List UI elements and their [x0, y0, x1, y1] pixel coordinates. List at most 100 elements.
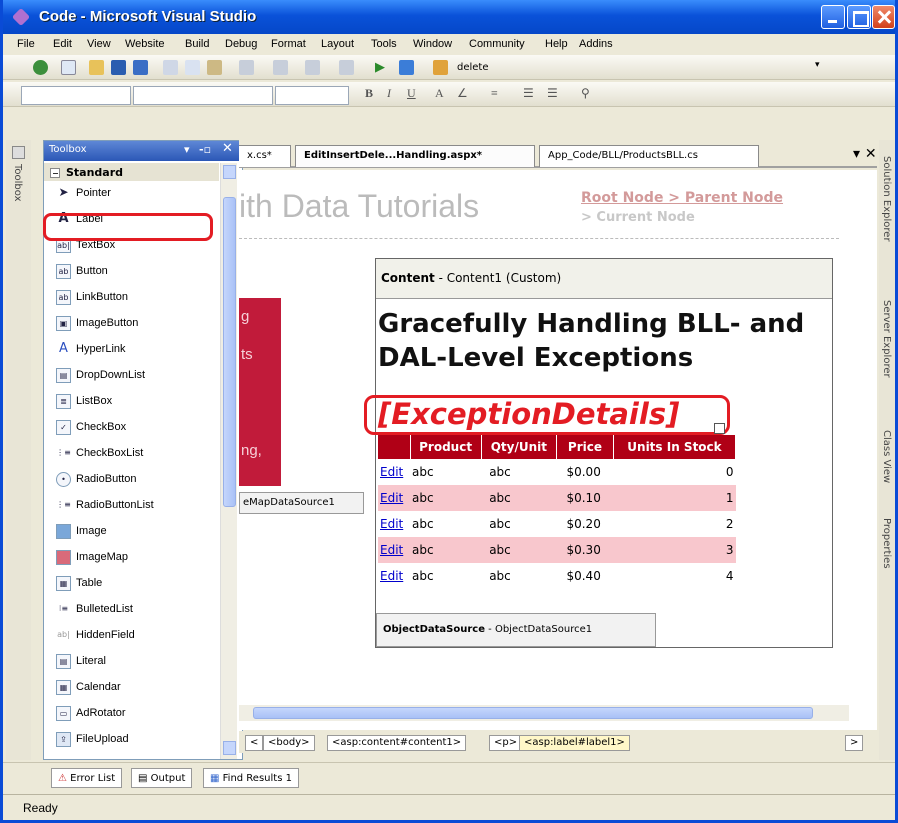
toolbox-item-imagebutton[interactable]: ▣ ImageButton: [56, 313, 221, 335]
collapse-icon[interactable]: [50, 168, 60, 178]
pin-icon[interactable]: [12, 146, 25, 159]
underline-icon[interactable]: U: [407, 86, 416, 101]
menu-community[interactable]: Community: [469, 38, 525, 50]
italic-icon[interactable]: I: [387, 86, 391, 101]
tab-find-results[interactable]: ▦ Find Results 1: [203, 768, 299, 788]
copy-icon[interactable]: [185, 60, 200, 75]
menu-website[interactable]: Website: [125, 38, 165, 50]
edit-link[interactable]: Edit: [380, 491, 403, 505]
bold-icon[interactable]: B: [365, 86, 373, 101]
paste-icon[interactable]: [207, 60, 222, 75]
save-icon[interactable]: [111, 60, 126, 75]
editor-hscroll-thumb[interactable]: [253, 707, 813, 719]
server-explorer-tab[interactable]: Server Explorer: [881, 300, 892, 378]
solution-explorer-tab[interactable]: Solution Explorer: [881, 156, 892, 242]
toolbox-item-dropdownlist[interactable]: ▤ DropDownList: [56, 365, 221, 387]
sitemap-datasource-label[interactable]: eMapDataSource1: [239, 492, 364, 514]
title-bar[interactable]: Code - Microsoft Visual Studio: [3, 0, 895, 34]
toolbox-item-bulletedlist[interactable]: ⁝≡ BulletedList: [56, 599, 221, 621]
tag-p[interactable]: <p>: [489, 735, 523, 751]
edit-link[interactable]: Edit: [380, 465, 403, 479]
numbered-list-icon[interactable]: ☰: [523, 86, 534, 101]
redo-icon[interactable]: [273, 60, 288, 75]
tab-output[interactable]: ▤ Output: [131, 768, 193, 788]
editor-hscrollbar[interactable]: [239, 705, 849, 721]
edit-link[interactable]: Edit: [380, 543, 403, 557]
toolbox-item-checkbox[interactable]: ✓ CheckBox: [56, 417, 221, 439]
undo-icon[interactable]: [239, 60, 254, 75]
tab-error-list[interactable]: ⚠ Error List: [51, 768, 123, 788]
menu-addins[interactable]: Addins: [579, 38, 613, 50]
toolbox-item-literal[interactable]: ▤ Literal: [56, 651, 221, 673]
toolbox-item-listbox[interactable]: ≣ ListBox: [56, 391, 221, 413]
maximize-button[interactable]: [847, 5, 871, 29]
toolbox-header[interactable]: Toolbox ▾ -▫ ✕: [44, 141, 242, 161]
start-debugging-icon[interactable]: ▶: [375, 60, 390, 75]
toolbox-item-table[interactable]: ▦ Table: [56, 573, 221, 595]
smart-tag-icon[interactable]: [714, 423, 725, 434]
tag-label[interactable]: <asp:label#label1>: [519, 735, 630, 751]
menu-tools[interactable]: Tools: [371, 38, 397, 50]
cut-icon[interactable]: [163, 60, 178, 75]
toolbox-group-standard[interactable]: Standard: [44, 163, 219, 181]
dropdown-icon[interactable]: ▾: [184, 143, 190, 156]
toolbox-item-linkbutton[interactable]: ab LinkButton: [56, 287, 221, 309]
menu-build[interactable]: Build: [185, 38, 209, 50]
navigate-forward-icon[interactable]: [339, 60, 354, 75]
font-size-combo[interactable]: [275, 86, 349, 105]
toolbox-item-hyperlink[interactable]: A HyperLink: [56, 339, 221, 361]
products-gridview[interactable]: Product Qty/Unit Price Units In Stock Ed…: [378, 435, 737, 589]
toolbox-scrollbar[interactable]: [220, 163, 237, 759]
toolbox-item-image[interactable]: Image: [56, 521, 221, 543]
justify-icon[interactable]: ≡: [491, 86, 498, 101]
menu-format[interactable]: Format: [271, 38, 306, 50]
block-format-combo[interactable]: [21, 86, 131, 105]
menu-file[interactable]: File: [17, 38, 35, 50]
minimize-button[interactable]: [821, 5, 845, 29]
menu-layout[interactable]: Layout: [321, 38, 354, 50]
tag-nav-right-icon[interactable]: >: [845, 735, 864, 751]
menu-edit[interactable]: Edit: [53, 38, 72, 50]
solution-config-icon[interactable]: [433, 60, 448, 75]
tag-content[interactable]: <asp:content#content1>: [327, 735, 467, 751]
objectdatasource-control[interactable]: ObjectDataSource - ObjectDataSource1: [376, 613, 656, 647]
menu-help[interactable]: Help: [545, 38, 568, 50]
save-all-icon[interactable]: [133, 60, 148, 75]
auto-hide-pin-icon[interactable]: -▫: [199, 143, 211, 156]
properties-tab[interactable]: Properties: [881, 518, 892, 569]
toolbox-dock-tab[interactable]: Toolbox: [12, 164, 23, 202]
design-surface[interactable]: ith Data Tutorials Root Node > Parent No…: [239, 170, 877, 730]
toolbox-item-adrotator[interactable]: ▭ AdRotator: [56, 703, 221, 725]
toolbox-item-checkboxlist[interactable]: ⋮≡ CheckBoxList: [56, 443, 221, 465]
menu-window[interactable]: Window: [413, 38, 452, 50]
tab-edit-insert-delete[interactable]: EditInsertDele...Handling.aspx*: [295, 145, 535, 167]
toolbox-item-imagemap[interactable]: ImageMap: [56, 547, 221, 569]
menu-view[interactable]: View: [87, 38, 111, 50]
add-item-icon[interactable]: [61, 60, 76, 75]
scroll-up-icon[interactable]: [223, 165, 236, 179]
breadcrumb-links[interactable]: Root Node > Parent Node: [581, 190, 783, 206]
toolbar-overflow-icon[interactable]: ▾: [815, 60, 830, 75]
toolbox-item-fileupload[interactable]: ⇪ FileUpload: [56, 729, 221, 751]
navigate-back-icon[interactable]: [305, 60, 320, 75]
tag-nav-left-icon[interactable]: <: [245, 735, 264, 751]
tab-productsbll[interactable]: App_Code/BLL/ProductsBLL.cs: [539, 145, 759, 167]
open-folder-icon[interactable]: [89, 60, 104, 75]
background-color-icon[interactable]: ∠: [457, 86, 468, 101]
close-window-button[interactable]: [872, 5, 895, 29]
close-document-icon[interactable]: ▾ ✕: [853, 146, 877, 162]
edit-link[interactable]: Edit: [380, 517, 403, 531]
menu-debug[interactable]: Debug: [225, 38, 257, 50]
toolbox-item-radiobutton[interactable]: • RadioButton: [56, 469, 221, 491]
class-view-tab[interactable]: Class View: [881, 430, 892, 483]
foreground-color-icon[interactable]: A: [435, 86, 444, 101]
toolbox-item-pointer[interactable]: ➤ Pointer: [56, 183, 221, 205]
edit-link[interactable]: Edit: [380, 569, 403, 583]
tab-cs-file[interactable]: x.cs*: [239, 145, 291, 167]
toolbox-item-radiobuttonlist[interactable]: ⋮≡ RadioButtonList: [56, 495, 221, 517]
toolbox-item-button[interactable]: ab Button: [56, 261, 221, 283]
hyperlink-icon[interactable]: ⚲: [581, 86, 590, 101]
toolbox-item-hiddenfield[interactable]: ab| HiddenField: [56, 625, 221, 647]
close-icon[interactable]: ✕: [222, 141, 233, 156]
tag-body[interactable]: <body>: [263, 735, 315, 751]
